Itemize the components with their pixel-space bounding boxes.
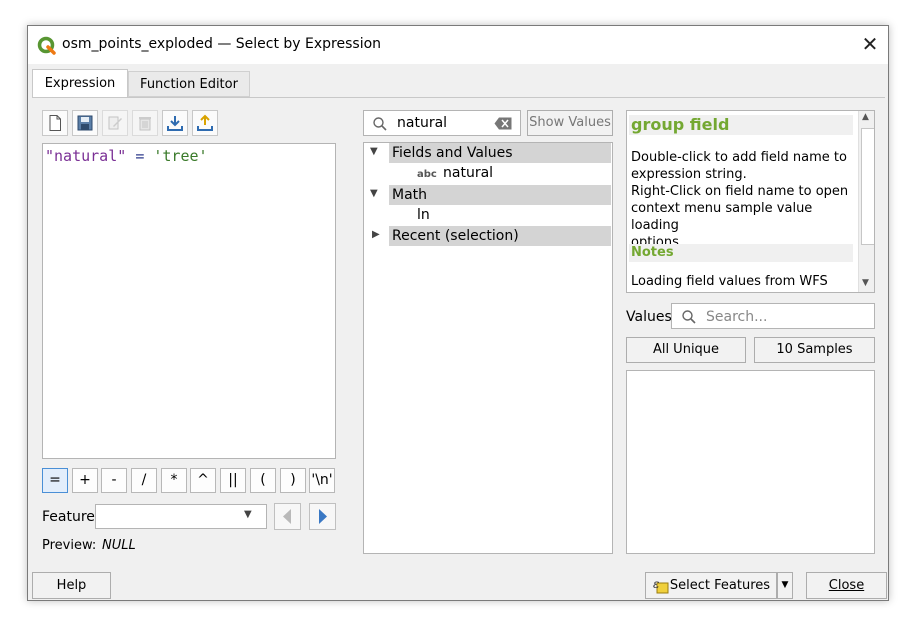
expression-value-token: 'tree' (153, 147, 208, 165)
scrollbar-thumb[interactable] (861, 128, 874, 245)
import-expressions-button[interactable] (162, 110, 188, 136)
expand-arrow-icon[interactable]: ▼ (370, 146, 378, 157)
values-list[interactable] (626, 370, 875, 554)
close-button[interactable]: Close (806, 572, 887, 599)
help-heading: group field (629, 115, 853, 135)
feature-label: Feature (42, 509, 95, 525)
select-features-button[interactable]: ε Select Features (645, 572, 777, 599)
tree-item-natural[interactable]: natural (443, 165, 493, 181)
expression-field-token: "natural" (45, 147, 127, 165)
next-feature-button[interactable] (309, 503, 336, 530)
equals-operator-button[interactable]: = (42, 468, 68, 493)
concat-operator-button[interactable]: || (220, 468, 246, 493)
window-title: osm_points_exploded — Select by Expressi… (62, 36, 382, 52)
chevron-down-icon: ▼ (244, 509, 252, 520)
export-icon (197, 114, 213, 131)
function-search-input[interactable]: natural (363, 110, 521, 136)
tree-group-recent-selection[interactable]: Recent (selection) (389, 226, 611, 246)
notes-text: Loading field values from WFS (631, 274, 828, 289)
scroll-up-icon[interactable]: ▲ (862, 112, 869, 122)
close-window-button[interactable]: ✕ (858, 32, 882, 56)
newline-operator-button[interactable]: '\n' (309, 468, 335, 493)
clear-search-icon[interactable] (494, 117, 512, 130)
help-scrollbar[interactable]: ▲ ▼ (858, 111, 874, 292)
search-icon (373, 117, 387, 131)
tree-item-ln[interactable]: ln (417, 207, 430, 223)
delete-expression-button[interactable] (132, 110, 158, 136)
chevron-down-icon: ▼ (781, 580, 789, 590)
minus-operator-button[interactable]: - (101, 468, 127, 493)
search-icon (682, 310, 696, 324)
tree-group-math[interactable]: Math (389, 185, 611, 205)
help-panel: group field Double-click to add field na… (626, 110, 875, 293)
function-tree: ▼ Fields and Values abc natural ▼ Math l… (363, 142, 613, 554)
close-paren-button[interactable]: ) (280, 468, 306, 493)
save-expression-button[interactable] (72, 110, 98, 136)
plus-operator-button[interactable]: + (72, 468, 98, 493)
power-operator-button[interactable]: ^ (190, 468, 216, 493)
export-expressions-button[interactable] (192, 110, 218, 136)
new-file-icon (49, 115, 61, 131)
help-line: Right-Click on field name to open (631, 184, 849, 199)
tab-expression[interactable]: Expression (32, 69, 128, 97)
multiply-operator-button[interactable]: * (161, 468, 187, 493)
title-bar: osm_points_exploded — Select by Expressi… (28, 26, 888, 64)
help-line: context menu sample value loading (631, 201, 813, 233)
function-search-text: natural (397, 115, 448, 131)
next-arrow-icon (319, 509, 327, 524)
qgis-logo-icon (37, 36, 56, 55)
tree-group-fields-and-values[interactable]: Fields and Values (389, 143, 611, 163)
divide-operator-button[interactable]: / (131, 468, 157, 493)
notes-heading: Notes (629, 244, 853, 262)
values-search-placeholder: Search... (706, 309, 768, 325)
preview-label: Preview: (42, 538, 97, 553)
show-values-button[interactable]: Show Values (527, 110, 613, 136)
ten-samples-button[interactable]: 10 Samples (754, 337, 875, 363)
scroll-down-icon[interactable]: ▼ (862, 278, 869, 288)
delete-icon (139, 117, 151, 131)
edit-expression-button[interactable] (102, 110, 128, 136)
svg-text:ε: ε (653, 577, 659, 591)
previous-feature-button[interactable] (274, 503, 301, 530)
expression-editor[interactable]: "natural" = 'tree' (42, 143, 336, 459)
help-body: Double-click to add field name to expres… (631, 149, 859, 251)
import-icon (167, 116, 183, 131)
tab-function-editor[interactable]: Function Editor (128, 71, 250, 97)
save-icon (77, 115, 93, 131)
expression-operator-token: = (135, 147, 145, 165)
preview-value: NULL (102, 538, 136, 553)
select-by-expression-icon: ε (653, 577, 669, 594)
open-paren-button[interactable]: ( (250, 468, 276, 493)
string-field-icon: abc (417, 169, 437, 180)
collapsed-arrow-icon[interactable]: ▶ (372, 229, 380, 240)
all-unique-button[interactable]: All Unique (626, 337, 746, 363)
previous-arrow-icon (283, 509, 291, 524)
new-expression-button[interactable] (42, 110, 68, 136)
help-button[interactable]: Help (32, 572, 111, 599)
select-features-label: Select Features (669, 578, 771, 593)
select-features-dropdown[interactable]: ▼ (777, 572, 793, 599)
feature-combobox[interactable]: ▼ (95, 504, 267, 529)
expand-arrow-icon[interactable]: ▼ (370, 188, 378, 199)
values-search-input[interactable]: Search... (671, 303, 875, 329)
edit-icon (108, 116, 122, 130)
help-line: Double-click to add field name to (631, 150, 847, 165)
help-line: expression string. (631, 167, 747, 182)
values-label: Values (626, 309, 672, 325)
select-by-expression-dialog: osm_points_exploded — Select by Expressi… (27, 25, 889, 601)
